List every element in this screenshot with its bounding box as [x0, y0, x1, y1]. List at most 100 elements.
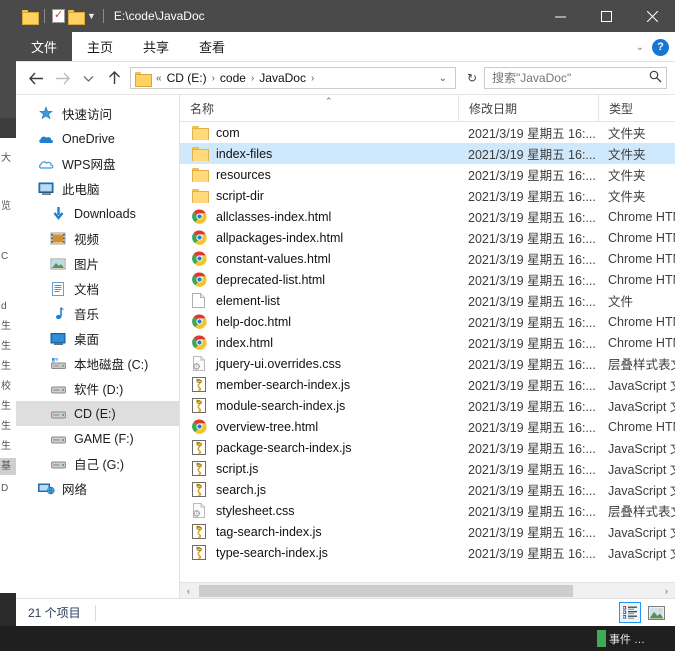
cell-name[interactable]: allpackages-index.html: [180, 230, 458, 245]
recent-locations-button[interactable]: [76, 66, 100, 90]
table-row[interactable]: script.js 2021/3/19 星期五 16:... JavaScript …: [180, 458, 675, 479]
table-row[interactable]: module-search-index.js 2021/3/19 星期五 16:.…: [180, 395, 675, 416]
cell-name[interactable]: package-search-index.js: [180, 440, 458, 455]
column-header-date[interactable]: 修改日期: [458, 94, 598, 122]
table-row[interactable]: com 2021/3/19 星期五 16:... 文件夹: [180, 122, 675, 143]
cell-name[interactable]: constant-values.html: [180, 251, 458, 266]
tab-file[interactable]: 文件: [16, 32, 73, 61]
forward-button[interactable]: [50, 66, 74, 90]
sidebar-item-14[interactable]: 自己 (G:): [16, 451, 179, 476]
cell-name[interactable]: allclasses-index.html: [180, 209, 458, 224]
table-row[interactable]: script-dir 2021/3/19 星期五 16:... 文件夹: [180, 185, 675, 206]
breadcrumb-overflow-icon[interactable]: «: [153, 73, 165, 84]
sidebar-item-7[interactable]: 文档: [16, 276, 179, 301]
cell-name[interactable]: script.js: [180, 461, 458, 476]
qat-dropdown-icon[interactable]: ▼: [87, 11, 96, 21]
table-row[interactable]: constant-values.html 2021/3/19 星期五 16:...…: [180, 248, 675, 269]
large-icons-view-button[interactable]: [645, 602, 667, 623]
sidebar-item-15[interactable]: 网络: [16, 476, 179, 501]
cell-name[interactable]: stylesheet.css: [180, 503, 458, 518]
table-row[interactable]: search.js 2021/3/19 星期五 16:... JavaScript …: [180, 479, 675, 500]
scroll-right-button[interactable]: ›: [658, 582, 675, 599]
scroll-left-button[interactable]: ‹: [180, 582, 197, 599]
sidebar-item-11[interactable]: 软件 (D:): [16, 376, 179, 401]
breadcrumb-code[interactable]: code: [218, 71, 248, 85]
properties-icon[interactable]: [52, 8, 65, 23]
horizontal-scrollbar[interactable]: ‹ ›: [180, 582, 675, 599]
table-row[interactable]: member-search-index.js 2021/3/19 星期五 16:.…: [180, 374, 675, 395]
address-path-box[interactable]: « CD (E:) › code › JavaDoc › ⌄: [130, 67, 456, 89]
search-icon[interactable]: [649, 70, 662, 86]
sidebar-item-0[interactable]: 快速访问: [16, 101, 179, 126]
column-header-name[interactable]: 名称 ⌃: [180, 95, 458, 122]
up-button[interactable]: [102, 66, 126, 90]
table-row[interactable]: element-list 2021/3/19 星期五 16:... 文件: [180, 290, 675, 311]
sidebar-item-1[interactable]: OneDrive: [16, 126, 179, 151]
maximize-button[interactable]: [583, 0, 629, 32]
minimize-button[interactable]: [537, 0, 583, 32]
breadcrumb-javadoc[interactable]: JavaDoc: [257, 71, 308, 85]
sidebar-item-13[interactable]: GAME (F:): [16, 426, 179, 451]
cell-name[interactable]: type-search-index.js: [180, 545, 458, 560]
cell-name[interactable]: index-files: [180, 146, 458, 161]
search-input[interactable]: [492, 71, 649, 85]
column-header-type[interactable]: 类型: [598, 94, 675, 122]
sidebar-item-12[interactable]: CD (E:): [16, 401, 179, 426]
breadcrumb-drive[interactable]: CD (E:): [165, 71, 209, 85]
table-row[interactable]: allclasses-index.html 2021/3/19 星期五 16:..…: [180, 206, 675, 227]
sidebar-item-2[interactable]: WPS网盘: [16, 151, 179, 176]
tab-home[interactable]: 主页: [72, 32, 128, 61]
table-row[interactable]: type-search-index.js 2021/3/19 星期五 16:...…: [180, 542, 675, 563]
help-icon[interactable]: ?: [652, 38, 669, 56]
chrome-icon: [192, 230, 208, 245]
table-row[interactable]: stylesheet.css 2021/3/19 星期五 16:... 层叠样式表文: [180, 500, 675, 521]
folder-icon[interactable]: [22, 9, 39, 25]
table-row[interactable]: index.html 2021/3/19 星期五 16:... Chrome HTM: [180, 332, 675, 353]
details-view-button[interactable]: [619, 602, 641, 623]
cell-name[interactable]: module-search-index.js: [180, 398, 458, 413]
tab-share[interactable]: 共享: [128, 32, 184, 61]
table-row[interactable]: allpackages-index.html 2021/3/19 星期五 16:.…: [180, 227, 675, 248]
table-row[interactable]: package-search-index.js 2021/3/19 星期五 16:…: [180, 437, 675, 458]
cell-name[interactable]: overview-tree.html: [180, 419, 458, 434]
cell-name[interactable]: search.js: [180, 482, 458, 497]
table-row[interactable]: help-doc.html 2021/3/19 星期五 16:... Chrome …: [180, 311, 675, 332]
tab-view[interactable]: 查看: [184, 32, 240, 61]
cell-name[interactable]: jquery-ui.overrides.css: [180, 356, 458, 371]
cell-name[interactable]: member-search-index.js: [180, 377, 458, 392]
cell-name[interactable]: help-doc.html: [180, 314, 458, 329]
table-row[interactable]: resources 2021/3/19 星期五 16:... 文件夹: [180, 164, 675, 185]
table-row[interactable]: tag-search-index.js 2021/3/19 星期五 16:... J…: [180, 521, 675, 542]
table-row[interactable]: index-files 2021/3/19 星期五 16:... 文件夹: [180, 143, 675, 164]
table-row[interactable]: jquery-ui.overrides.css 2021/3/19 星期五 16:…: [180, 353, 675, 374]
cell-name[interactable]: resources: [180, 167, 458, 182]
table-row[interactable]: overview-tree.html 2021/3/19 星期五 16:... Ch…: [180, 416, 675, 437]
sidebar-item-4[interactable]: Downloads: [16, 201, 179, 226]
scrollbar-track[interactable]: [197, 582, 658, 599]
sidebar-item-8[interactable]: 音乐: [16, 301, 179, 326]
cell-name[interactable]: script-dir: [180, 188, 458, 203]
cell-name[interactable]: deprecated-list.html: [180, 272, 458, 287]
title-bar: ▼ E:\code\JavaDoc: [16, 0, 675, 32]
quick-access-toolbar[interactable]: ▼: [16, 8, 108, 25]
cell-name[interactable]: element-list: [180, 293, 458, 308]
cell-name[interactable]: index.html: [180, 335, 458, 350]
sidebar-item-10[interactable]: 本地磁盘 (C:): [16, 351, 179, 376]
search-box[interactable]: [484, 67, 667, 89]
close-button[interactable]: [629, 0, 675, 32]
new-folder-icon[interactable]: [68, 9, 85, 25]
sidebar-item-6[interactable]: 图片: [16, 251, 179, 276]
sidebar-item-5[interactable]: 视频: [16, 226, 179, 251]
refresh-button[interactable]: ↻: [462, 67, 482, 89]
table-row[interactable]: deprecated-list.html 2021/3/19 星期五 16:...…: [180, 269, 675, 290]
sidebar-item-3[interactable]: 此电脑: [16, 176, 179, 201]
cell-name[interactable]: com: [180, 125, 458, 140]
back-button[interactable]: [24, 66, 48, 90]
scrollbar-thumb[interactable]: [199, 584, 573, 597]
path-dropdown-icon[interactable]: ⌄: [433, 73, 453, 84]
navigation-pane[interactable]: 快速访问 OneDrive WPS网盘 此电脑 Downloads 视频 图片 文档 音乐 桌面本…: [16, 95, 179, 598]
chevron-down-icon[interactable]: ⌄: [636, 42, 644, 53]
taskbar-item[interactable]: 事件 …: [597, 630, 645, 647]
sidebar-item-9[interactable]: 桌面: [16, 326, 179, 351]
cell-name[interactable]: tag-search-index.js: [180, 524, 458, 539]
